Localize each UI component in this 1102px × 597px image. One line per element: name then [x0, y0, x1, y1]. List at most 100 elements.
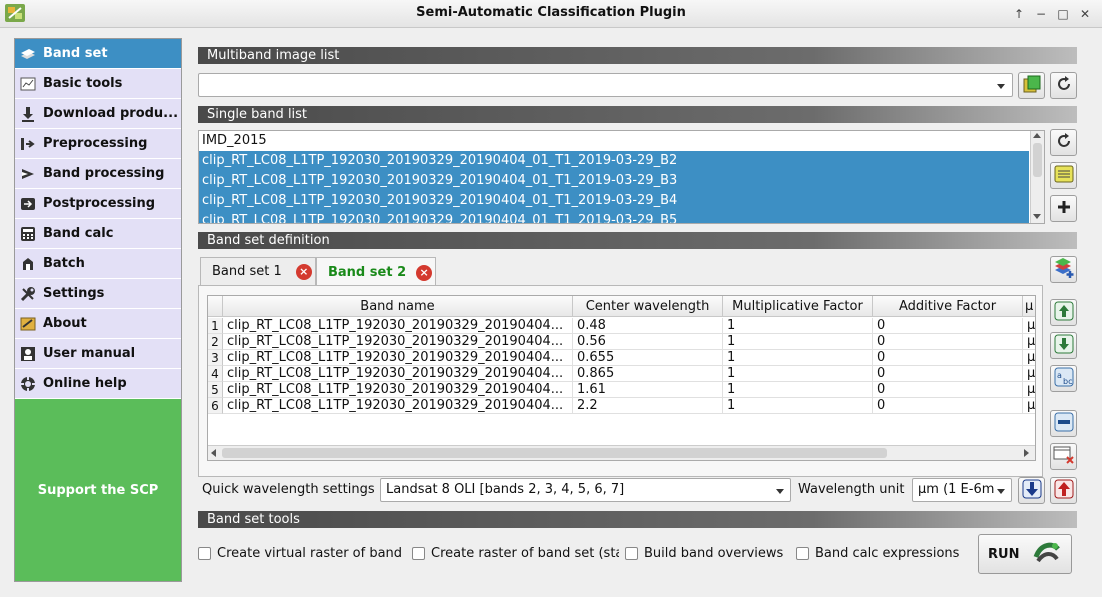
table-cell-name[interactable]: clip_RT_LC08_L1TP_192030_20190329_201904…	[223, 350, 573, 366]
table-cell-add[interactable]: 0	[873, 398, 1023, 414]
table-cell-add[interactable]: 0	[873, 334, 1023, 350]
sort-by-name-button[interactable]: a bc	[1050, 365, 1077, 392]
table-cell-center[interactable]: 0.655	[573, 350, 723, 366]
scroll-up-icon[interactable]	[1033, 133, 1041, 138]
table-cell-mult[interactable]: 1	[723, 398, 873, 414]
column-header-multiplicative-factor[interactable]: Multiplicative Factor	[723, 296, 873, 317]
table-cell-unit[interactable]: µ	[1023, 398, 1035, 414]
sidebar-item-batch[interactable]: Batch	[15, 249, 181, 279]
table-horizontal-scrollbar[interactable]	[208, 445, 1035, 460]
table-cell-unit[interactable]: µ	[1023, 334, 1035, 350]
table-cell-add[interactable]: 0	[873, 350, 1023, 366]
virtual-raster-checkbox[interactable]	[198, 547, 211, 560]
sidebar-item-settings[interactable]: Settings	[15, 279, 181, 309]
row-number[interactable]: 5	[208, 382, 223, 398]
sidebar-item-about[interactable]: About	[15, 309, 181, 339]
sidebar-item-user-manual[interactable]: User manual	[15, 339, 181, 369]
table-cell-mult[interactable]: 1	[723, 382, 873, 398]
tab-band-set-1[interactable]: Band set 1 ×	[200, 257, 316, 285]
multiband-image-combo[interactable]	[198, 73, 1013, 97]
table-cell-name[interactable]: clip_RT_LC08_L1TP_192030_20190329_201904…	[223, 366, 573, 382]
table-cell-center[interactable]: 0.865	[573, 366, 723, 382]
support-scp-link[interactable]: Support the SCP	[15, 399, 181, 581]
row-number[interactable]: 6	[208, 398, 223, 414]
sidebar-item-online-help[interactable]: Online help	[15, 369, 181, 399]
column-header-additive-factor[interactable]: Additive Factor	[873, 296, 1023, 317]
remove-band-button[interactable]	[1050, 410, 1077, 437]
close-tab-icon[interactable]: ×	[416, 264, 433, 281]
import-band-set-button[interactable]	[1018, 477, 1045, 504]
table-cell-name[interactable]: clip_RT_LC08_L1TP_192030_20190329_201904…	[223, 318, 573, 334]
sidebar-item-band-set[interactable]: Band set	[15, 39, 181, 69]
table-cell-name[interactable]: clip_RT_LC08_L1TP_192030_20190329_201904…	[223, 382, 573, 398]
export-band-set-button[interactable]	[1050, 477, 1077, 504]
table-cell-mult[interactable]: 1	[723, 350, 873, 366]
column-header-wavelength-unit[interactable]: µ	[1023, 296, 1035, 317]
table-cell-mult[interactable]: 1	[723, 366, 873, 382]
band-overviews-checkbox[interactable]	[625, 547, 638, 560]
table-cell-unit[interactable]: µ	[1023, 350, 1035, 366]
move-up-button[interactable]	[1050, 299, 1077, 326]
scroll-left-icon[interactable]	[211, 449, 216, 457]
column-header-band-name[interactable]: Band name	[223, 296, 573, 317]
clear-band-set-button[interactable]	[1050, 443, 1077, 470]
raster-band-set-checkbox[interactable]	[412, 547, 425, 560]
add-multiband-button[interactable]	[1018, 72, 1045, 99]
list-item[interactable]: IMD_2015	[199, 131, 1029, 151]
scrollbar-thumb[interactable]	[1033, 143, 1042, 177]
row-number[interactable]: 3	[208, 350, 223, 366]
table-cell-add[interactable]: 0	[873, 366, 1023, 382]
close-button[interactable]: ✕	[1076, 5, 1094, 23]
add-band-button[interactable]	[1050, 195, 1077, 222]
scroll-down-icon[interactable]	[1033, 214, 1041, 219]
batch-icon	[19, 255, 37, 273]
list-item[interactable]: clip_RT_LC08_L1TP_192030_20190329_201904…	[199, 171, 1029, 191]
row-number[interactable]: 1	[208, 318, 223, 334]
quick-wavelength-select[interactable]: Landsat 8 OLI [bands 2, 3, 4, 5, 6, 7]	[380, 478, 791, 502]
table-cell-unit[interactable]: µ	[1023, 318, 1035, 334]
minimize-button[interactable]: −	[1032, 5, 1050, 23]
row-number[interactable]: 2	[208, 334, 223, 350]
sidebar-item-band-calc[interactable]: Band calc	[15, 219, 181, 249]
keep-above-button[interactable]: ↑	[1010, 5, 1028, 23]
sidebar-item-download[interactable]: Download produ...	[15, 99, 181, 129]
list-item[interactable]: clip_RT_LC08_L1TP_192030_20190329_201904…	[199, 191, 1029, 211]
single-band-list[interactable]: IMD_2015 clip_RT_LC08_L1TP_192030_201903…	[198, 130, 1045, 224]
table-cell-name[interactable]: clip_RT_LC08_L1TP_192030_20190329_201904…	[223, 398, 573, 414]
column-header-center-wavelength[interactable]: Center wavelength	[573, 296, 723, 317]
row-number[interactable]: 4	[208, 366, 223, 382]
table-cell-add[interactable]: 0	[873, 382, 1023, 398]
table-cell-center[interactable]: 0.48	[573, 318, 723, 334]
table-cell-unit[interactable]: µ	[1023, 382, 1035, 398]
select-all-bands-button[interactable]	[1050, 162, 1077, 189]
refresh-band-list-button[interactable]	[1050, 129, 1077, 156]
table-cell-center[interactable]: 1.61	[573, 382, 723, 398]
sidebar-item-preprocessing[interactable]: Preprocessing	[15, 129, 181, 159]
table-cell-center[interactable]: 0.56	[573, 334, 723, 350]
band-calc-expressions-checkbox[interactable]	[796, 547, 809, 560]
band-list-scrollbar[interactable]	[1030, 131, 1044, 223]
sidebar-item-postprocessing[interactable]: Postprocessing	[15, 189, 181, 219]
wavelength-unit-select[interactable]: µm (1 E-6m	[912, 478, 1012, 502]
maximize-button[interactable]: □	[1054, 5, 1072, 23]
table-cell-mult[interactable]: 1	[723, 318, 873, 334]
table-cell-name[interactable]: clip_RT_LC08_L1TP_192030_20190329_201904…	[223, 334, 573, 350]
close-tab-icon[interactable]: ×	[295, 263, 312, 280]
sidebar-item-basic-tools[interactable]: Basic tools	[15, 69, 181, 99]
move-down-button[interactable]	[1050, 332, 1077, 359]
list-item[interactable]: clip_RT_LC08_L1TP_192030_20190329_201904…	[199, 151, 1029, 171]
sidebar-item-band-processing[interactable]: Band processing	[15, 159, 181, 189]
scroll-right-icon[interactable]	[1024, 449, 1029, 457]
add-band-set-button[interactable]	[1050, 256, 1077, 283]
run-button[interactable]: RUN	[978, 534, 1072, 574]
table-cell-mult[interactable]: 1	[723, 334, 873, 350]
table-cell-unit[interactable]: µ	[1023, 366, 1035, 382]
basic-tools-icon	[19, 75, 37, 93]
list-item[interactable]: clip_RT_LC08_L1TP_192030_20190329_201904…	[199, 211, 1029, 223]
band-set-table[interactable]: Band name Center wavelength Multiplicati…	[207, 295, 1036, 461]
scrollbar-thumb[interactable]	[222, 448, 887, 458]
tab-band-set-2[interactable]: Band set 2 ×	[316, 257, 436, 287]
refresh-multiband-button[interactable]	[1050, 72, 1077, 99]
table-cell-center[interactable]: 2.2	[573, 398, 723, 414]
table-cell-add[interactable]: 0	[873, 318, 1023, 334]
